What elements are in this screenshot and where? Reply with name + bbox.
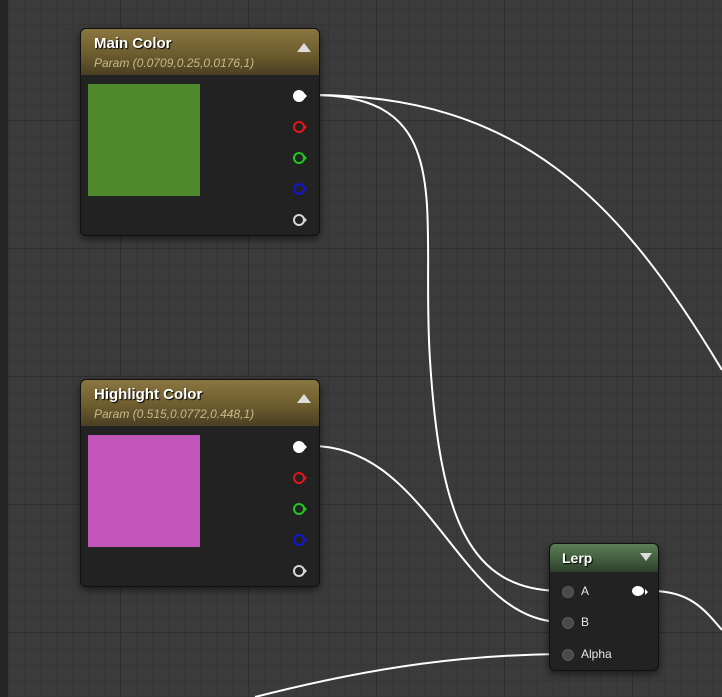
output-pin-b[interactable] [293, 534, 307, 546]
output-pin-g[interactable] [293, 152, 307, 164]
wire-main-color-to-overflow [311, 94, 722, 371]
node-header[interactable]: Highlight Color Param (0.515,0.0772,0.44… [81, 380, 319, 426]
canvas-left-edge [0, 0, 8, 697]
input-pin-alpha[interactable] [562, 649, 574, 661]
output-pin-b[interactable] [293, 183, 307, 195]
material-graph-canvas[interactable]: Main Color Param (0.0709,0.25,0.0176,1) … [0, 0, 722, 697]
triangle-up-icon[interactable] [297, 394, 311, 403]
wire-lerp-output-offscreen [651, 590, 722, 631]
node-header[interactable]: Lerp [550, 544, 658, 572]
wire-main-color-to-lerp-a [311, 94, 561, 592]
triangle-down-icon[interactable] [640, 553, 652, 561]
wire-offscreen-to-lerp-alpha [254, 653, 561, 697]
color-preview-swatch [88, 435, 200, 547]
output-pin-rgba[interactable] [293, 90, 307, 102]
output-pin-result[interactable] [632, 586, 648, 598]
highlight-color-node[interactable]: Highlight Color Param (0.515,0.0772,0.44… [80, 379, 320, 587]
output-pin-g[interactable] [293, 503, 307, 515]
output-pin-a[interactable] [293, 214, 307, 226]
output-pin-rgba[interactable] [293, 441, 307, 453]
wire-highlight-color-to-lerp-b [311, 445, 561, 623]
input-pin-a[interactable] [562, 586, 574, 598]
node-subtitle: Param (0.515,0.0772,0.448,1) [94, 407, 255, 421]
node-title: Highlight Color [94, 386, 203, 403]
node-subtitle: Param (0.0709,0.25,0.0176,1) [94, 56, 255, 70]
triangle-up-icon[interactable] [297, 43, 311, 52]
node-header[interactable]: Main Color Param (0.0709,0.25,0.0176,1) [81, 29, 319, 75]
output-pin-a[interactable] [293, 565, 307, 577]
input-label-b: B [581, 615, 590, 629]
output-pin-r[interactable] [293, 121, 307, 133]
lerp-node[interactable]: Lerp A B Alpha [549, 543, 659, 671]
node-title: Lerp [562, 550, 593, 566]
node-title: Main Color [94, 35, 172, 52]
color-preview-swatch [88, 84, 200, 196]
input-label-alpha: Alpha [581, 647, 612, 661]
input-pin-b[interactable] [562, 617, 574, 629]
output-pin-r[interactable] [293, 472, 307, 484]
input-label-a: A [581, 584, 590, 598]
main-color-node[interactable]: Main Color Param (0.0709,0.25,0.0176,1) [80, 28, 320, 236]
